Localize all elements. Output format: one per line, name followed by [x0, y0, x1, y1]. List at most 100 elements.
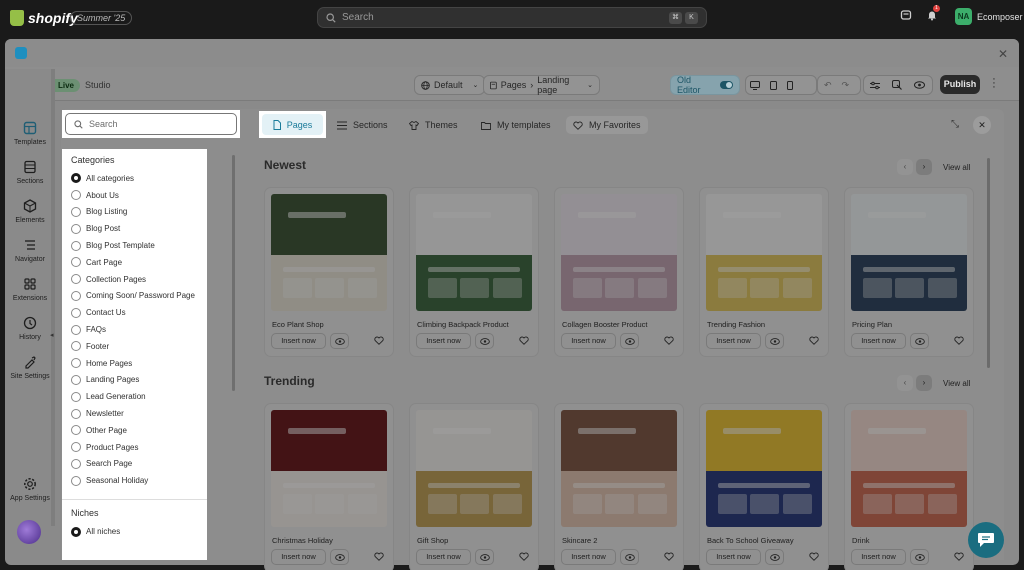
category-option[interactable]: Home Pages	[71, 355, 198, 372]
close-window-icon[interactable]: ✕	[998, 47, 1008, 61]
tab-my-templates[interactable]: My templates	[474, 117, 558, 133]
tablet-icon[interactable]	[770, 80, 777, 90]
category-option[interactable]: Newsletter	[71, 405, 198, 422]
account-menu[interactable]: NA Ecomposer	[955, 8, 1023, 25]
insert-now-button[interactable]: Insert now	[271, 333, 326, 349]
chevron-left-icon[interactable]: ‹	[897, 159, 913, 175]
template-card[interactable]: Trending Fashion Insert now	[699, 187, 829, 357]
favorite-button[interactable]	[374, 336, 384, 345]
inspect-icon[interactable]	[892, 80, 902, 90]
sidebar-item-navigator[interactable]: Navigator	[5, 237, 55, 263]
studio-label[interactable]: Studio	[85, 80, 111, 90]
theme-select[interactable]: Default ⌄	[414, 75, 486, 95]
redo-icon[interactable]: ↷	[842, 80, 850, 91]
undo-icon[interactable]: ↶	[824, 80, 832, 91]
niche-option[interactable]: All niches	[71, 523, 198, 540]
category-option[interactable]: Cart Page	[71, 254, 198, 271]
insert-now-button[interactable]: Insert now	[416, 549, 471, 565]
minimize-icon[interactable]: ⤡	[951, 119, 959, 130]
favorite-button[interactable]	[664, 552, 674, 561]
preview-button[interactable]	[330, 549, 349, 565]
desktop-icon[interactable]	[750, 80, 760, 90]
preview-button[interactable]	[620, 549, 639, 565]
insert-now-button[interactable]: Insert now	[416, 333, 471, 349]
category-option[interactable]: Contact Us	[71, 304, 198, 321]
template-thumbnail[interactable]	[706, 194, 822, 311]
favorite-button[interactable]	[519, 336, 529, 345]
template-thumbnail[interactable]	[561, 194, 677, 311]
template-card[interactable]: Climbing Backpack Product Insert now	[409, 187, 539, 357]
template-thumbnail[interactable]	[271, 410, 387, 527]
sidebar-item-app-settings[interactable]: App Settings	[5, 476, 55, 502]
page-select[interactable]: Pages › Landing page ⌄	[483, 75, 600, 95]
insert-now-button[interactable]: Insert now	[851, 333, 906, 349]
favorite-button[interactable]	[809, 552, 819, 561]
template-thumbnail[interactable]	[851, 194, 967, 311]
favorite-button[interactable]	[809, 336, 819, 345]
category-option[interactable]: Blog Post Template	[71, 237, 198, 254]
template-card[interactable]: Skincare 2 Insert now	[554, 403, 684, 570]
sidebar-item-elements[interactable]: Elements	[5, 198, 55, 224]
sidebar-item-templates[interactable]: Templates	[5, 120, 55, 146]
insert-now-button[interactable]: Insert now	[706, 333, 761, 349]
insert-now-button[interactable]: Insert now	[561, 333, 616, 349]
search-input[interactable]: Search	[65, 113, 237, 135]
category-option[interactable]: Search Page	[71, 456, 198, 473]
favorite-button[interactable]	[664, 336, 674, 345]
chevron-left-icon[interactable]: ‹	[897, 375, 913, 391]
template-card[interactable]: Pricing Plan Insert now	[844, 187, 974, 357]
template-thumbnail[interactable]	[271, 194, 387, 311]
favorite-button[interactable]	[954, 552, 964, 561]
template-card[interactable]: Eco Plant Shop Insert now	[264, 187, 394, 357]
category-option[interactable]: Footer	[71, 338, 198, 355]
old-editor-toggle[interactable]: Old Editor	[670, 75, 740, 95]
mobile-icon[interactable]	[787, 80, 793, 90]
category-option[interactable]: Seasonal Holiday	[71, 472, 198, 489]
preview-button[interactable]	[475, 333, 494, 349]
template-card[interactable]: Collagen Booster Product Insert now	[554, 187, 684, 357]
template-thumbnail[interactable]	[706, 410, 822, 527]
favorite-button[interactable]	[374, 552, 384, 561]
tab-pages[interactable]: Pages	[259, 111, 326, 138]
tab-my-favorites[interactable]: My Favorites	[566, 116, 648, 134]
template-thumbnail[interactable]	[416, 410, 532, 527]
sidebar-item-sections[interactable]: Sections	[5, 159, 55, 185]
template-thumbnail[interactable]	[851, 410, 967, 527]
more-options-icon[interactable]: · · ·	[991, 74, 997, 93]
category-option[interactable]: Landing Pages	[71, 372, 198, 389]
category-option[interactable]: Other Page	[71, 422, 198, 439]
user-avatar[interactable]	[17, 520, 41, 544]
publish-button[interactable]: Publish	[940, 75, 980, 94]
sidebar-item-site-settings[interactable]: Site Settings	[5, 354, 55, 380]
insert-now-button[interactable]: Insert now	[851, 549, 906, 565]
preview-button[interactable]	[330, 333, 349, 349]
view-all-link[interactable]: View all	[943, 379, 970, 388]
category-option[interactable]: Blog Listing	[71, 204, 198, 221]
template-card[interactable]: Back To School Giveaway Insert now	[699, 403, 829, 570]
notifications[interactable]: 1	[926, 5, 940, 21]
template-card[interactable]: Christmas Holiday Insert now	[264, 403, 394, 570]
tab-sections[interactable]: Sections	[330, 117, 395, 133]
insert-now-button[interactable]: Insert now	[706, 549, 761, 565]
preview-button[interactable]	[910, 549, 929, 565]
category-option[interactable]: All categories	[71, 170, 198, 187]
favorite-button[interactable]	[519, 552, 529, 561]
chevron-right-icon[interactable]: ›	[916, 159, 932, 175]
category-option[interactable]: About Us	[71, 187, 198, 204]
sidebar-item-extensions[interactable]: Extensions	[5, 276, 55, 302]
template-thumbnail[interactable]	[416, 194, 532, 311]
category-option[interactable]: Lead Generation	[71, 388, 198, 405]
content-scrollbar[interactable]	[987, 158, 990, 368]
sidebar-item-history[interactable]: History	[5, 315, 55, 341]
insert-now-button[interactable]: Insert now	[271, 549, 326, 565]
store-icon[interactable]	[900, 9, 912, 21]
sidebar-resizer[interactable]: ◂	[50, 69, 55, 526]
preview-button[interactable]	[910, 333, 929, 349]
template-thumbnail[interactable]	[561, 410, 677, 527]
view-all-link[interactable]: View all	[943, 163, 970, 172]
preview-button[interactable]	[765, 333, 784, 349]
category-option[interactable]: Collection Pages	[71, 271, 198, 288]
preview-button[interactable]	[620, 333, 639, 349]
chat-button[interactable]	[968, 522, 1004, 558]
categories-scrollbar[interactable]	[232, 155, 235, 391]
